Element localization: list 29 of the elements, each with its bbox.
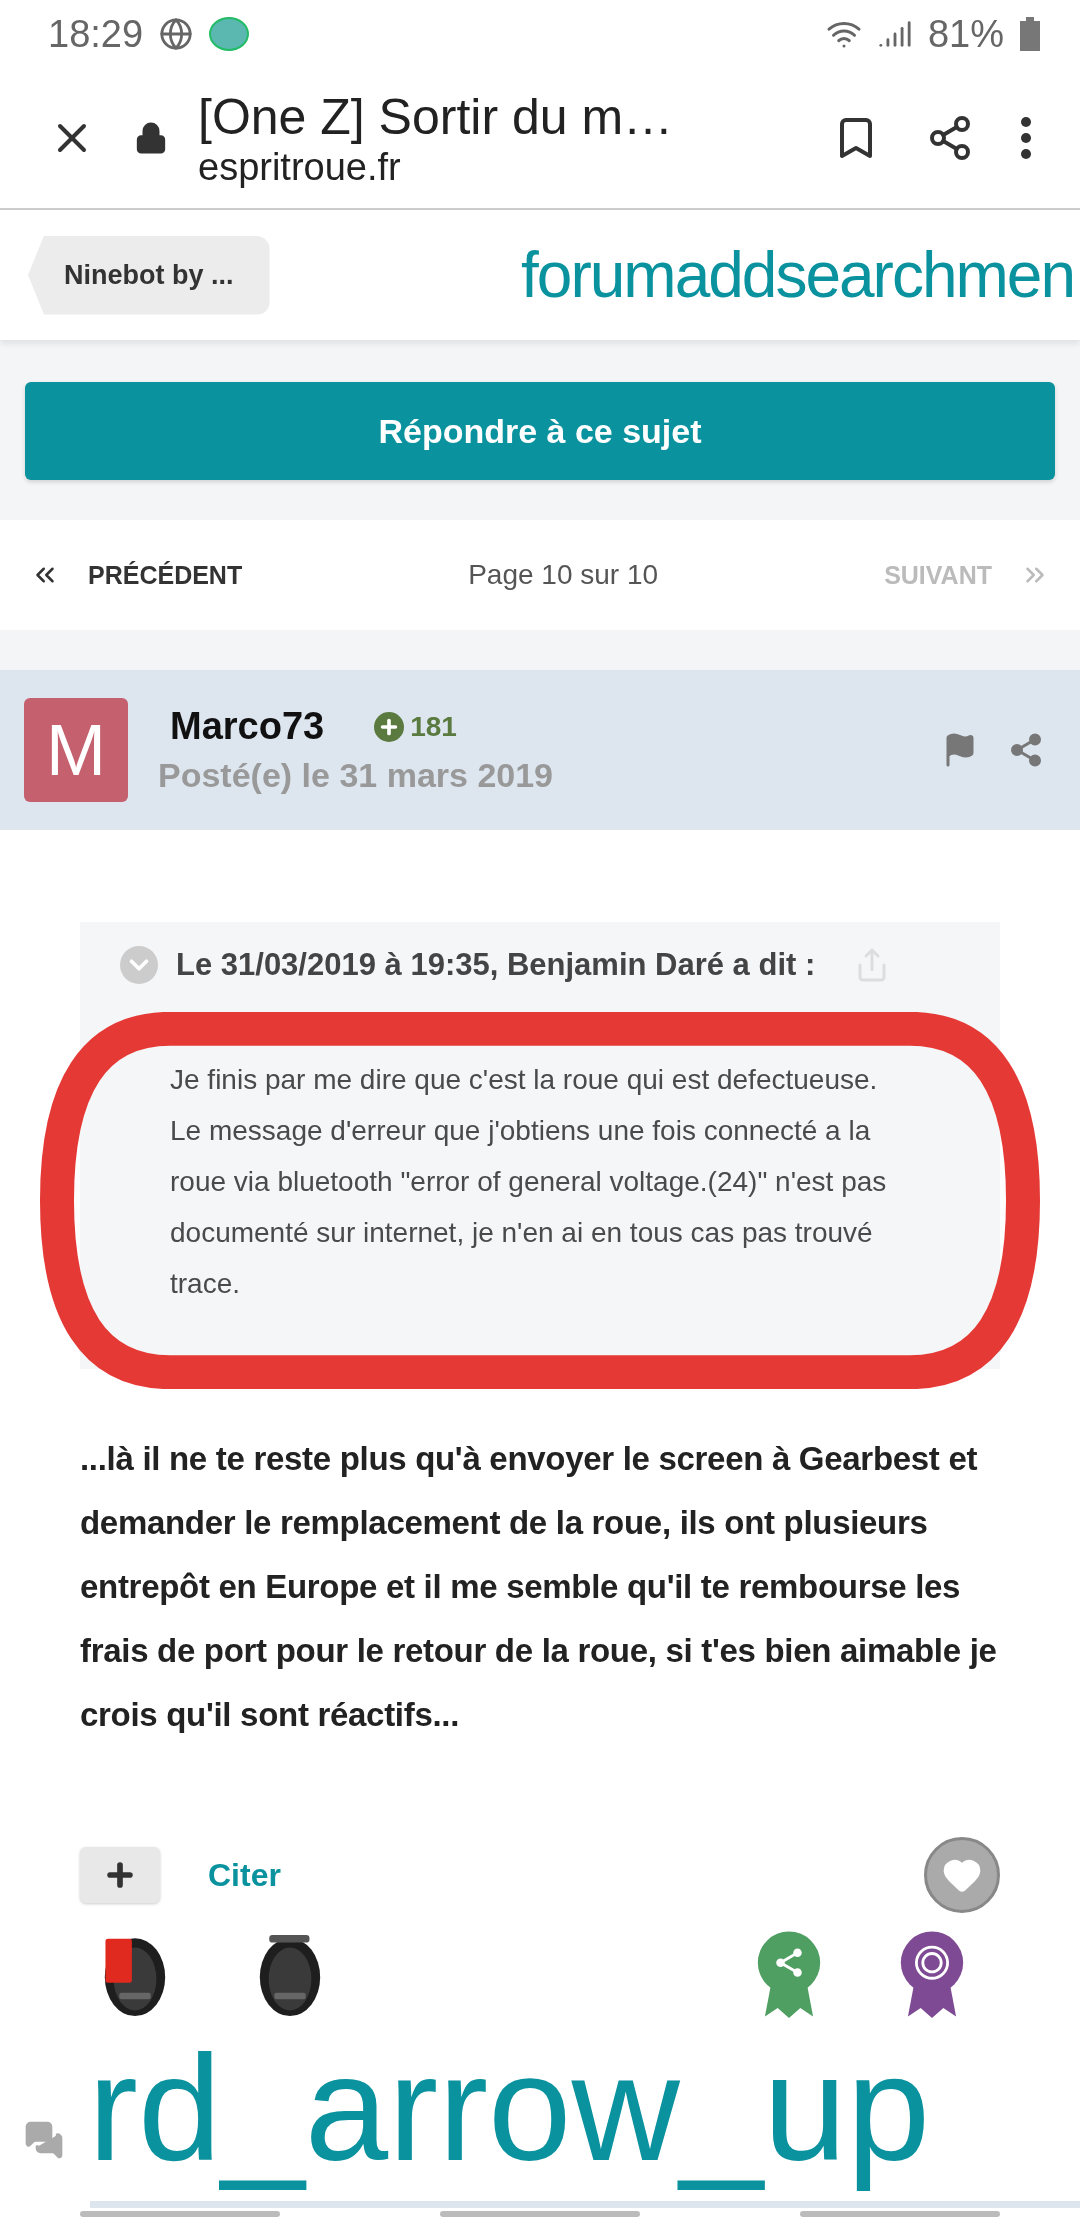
- add-button[interactable]: [80, 1847, 160, 1903]
- breadcrumb-link[interactable]: Ninebot by ...: [28, 235, 270, 315]
- page-title: [One Z] Sortir du m…: [198, 87, 675, 146]
- menu-icon: [1020, 116, 1032, 160]
- lock-icon: [134, 121, 168, 155]
- previous-link[interactable]: PRÉCÉDENT: [88, 560, 243, 590]
- post-date: Posté(e) le 31 mars 2019: [158, 756, 555, 795]
- plus-icon: [374, 711, 405, 742]
- quote-text: Je finis par me dire que c'est la roue qui est defectueuse. Le message d'erreur que j'obtiens une fois connecté a la roue via bluetooth "error of general voltage.(24)" n'est pas documenté sur internet, je n'en ai en tous cas pas trouvé trace.: [170, 1063, 888, 1301]
- share-icon[interactable]: [1008, 732, 1044, 768]
- badge-icon: [755, 1930, 823, 2018]
- clock-time: 18:29: [48, 12, 144, 56]
- author-name[interactable]: Marco73: [170, 705, 325, 748]
- quote-link[interactable]: Citer: [208, 1856, 876, 1894]
- icon-font-text: forumaddsearchmen: [521, 238, 1074, 312]
- reputation-count: 181: [374, 710, 457, 743]
- quote-header: Le 31/03/2019 à 19:35, Benjamin Daré a dit :: [176, 947, 817, 983]
- badge-icon: [898, 1930, 966, 2018]
- avatar: M: [24, 698, 128, 802]
- reply-button[interactable]: Répondre à ce sujet: [25, 382, 1055, 480]
- page-url: espritroue.fr: [198, 145, 402, 189]
- chat-icon[interactable]: [24, 2120, 64, 2160]
- page-indicator: Page 10 sur 10: [467, 559, 660, 591]
- post-body-text: ...là il ne te reste plus qu'à envoyer le screen à Gearbest et demander le remplacement de la roue, ils ont plusieurs entrepôt en Europe et il me semble qu'il te rembourse les frais de port pour le retour de la roue, si t'es bien aimable je crois qu'il sont réactifs...: [80, 1439, 998, 1735]
- icon-font-text: rd_arrow_up: [88, 2023, 931, 2194]
- app-notification-icon: [209, 17, 250, 51]
- battery-icon: [1020, 17, 1040, 51]
- battery-percentage: 81%: [927, 12, 1004, 56]
- globe-icon: [159, 17, 194, 51]
